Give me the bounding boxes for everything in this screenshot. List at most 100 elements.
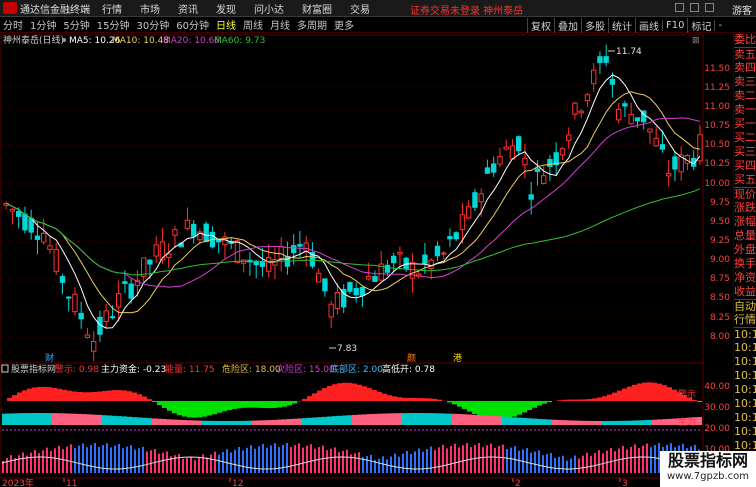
volume-bar [566, 460, 568, 473]
side-panel-item[interactable]: 涨跌 [734, 201, 756, 215]
event-marker-color[interactable]: 颜 [407, 352, 416, 364]
side-panel-item[interactable]: 涨幅 [734, 215, 756, 229]
side-panel-item[interactable]: 10:1 [734, 369, 756, 383]
period-more[interactable]: 更多 [334, 17, 354, 32]
period-daily[interactable]: 日线 [216, 17, 236, 32]
side-panel-item[interactable]: 买一 [734, 117, 756, 131]
fund-band [187, 420, 192, 425]
menu-ask[interactable]: 问小达 [254, 1, 284, 16]
side-panel-item[interactable]: 卖一 [734, 103, 756, 117]
fund-band [47, 413, 52, 425]
side-panel-item[interactable]: 总量 [734, 229, 756, 243]
maximize-icon[interactable] [690, 3, 699, 12]
menu-news[interactable]: 资讯 [178, 1, 198, 16]
period-15min[interactable]: 15分钟 [97, 17, 130, 32]
side-panel-item[interactable]: 净资 [734, 271, 756, 285]
side-panel-item[interactable]: 卖二 [734, 89, 756, 103]
energy-bar [317, 390, 322, 401]
side-panel-item[interactable]: 收益 [734, 285, 756, 299]
volume-bar [518, 450, 520, 473]
side-panel-item[interactable]: 10:1 [734, 341, 756, 355]
tool-adjust[interactable]: 复权 [527, 17, 554, 33]
energy-bar [362, 386, 367, 401]
side-panel-item[interactable]: 行情 [734, 313, 756, 327]
side-panel-item[interactable]: 卖四 [734, 61, 756, 75]
tool-stats[interactable]: 统计 [608, 17, 635, 33]
menu-quotes[interactable]: 行情 [102, 1, 122, 16]
ytick-1150: 11.50 [704, 64, 730, 74]
side-panel-item[interactable]: 买五 [734, 173, 756, 187]
event-marker-finance[interactable]: 财 [45, 352, 54, 364]
side-panel-item[interactable]: 委比 [734, 33, 756, 47]
volume-bar [6, 458, 8, 473]
volume-bar [182, 459, 184, 473]
quote-side-panel[interactable]: 委比 卖五 卖四 卖三 卖二 卖一 买一 买二 买三 买四 买五 现价 涨跌 涨幅 总量 外盘 换手 净资 收益 自动… [733, 33, 756, 487]
side-panel-item[interactable]: 10:1 [734, 397, 756, 411]
side-panel-item[interactable]: 10:1 [734, 355, 756, 369]
energy-bar [517, 401, 522, 415]
tool-mark[interactable]: 标记 [687, 17, 714, 33]
side-panel-item[interactable]: 卖五 [734, 47, 756, 61]
side-panel-item[interactable]: 买四 [734, 159, 756, 173]
energy-bar [622, 388, 627, 401]
volume-bar [178, 454, 180, 473]
volume-bar [186, 457, 188, 473]
menu-market[interactable]: 市场 [140, 1, 160, 16]
fund-band [532, 418, 537, 425]
fund-band [497, 416, 502, 425]
period-30min[interactable]: 30分钟 [136, 17, 169, 32]
period-5min[interactable]: 5分钟 [63, 17, 89, 32]
chart-area[interactable]: 神州泰岳(日线) MA5: 10.26 MA10: 10.48 MA20: 10… [0, 33, 733, 487]
event-marker-hk[interactable]: 港 [453, 352, 462, 364]
fund-band [487, 415, 492, 425]
menu-wealth[interactable]: 财富圈 [302, 1, 332, 16]
fund-band [567, 420, 572, 425]
side-panel-item[interactable]: 10:1 [734, 411, 756, 425]
menu-discover[interactable]: 发现 [216, 1, 236, 16]
period-1min[interactable]: 1分钟 [30, 17, 56, 32]
volume-bar [50, 450, 52, 473]
side-panel-item[interactable]: 卖三 [734, 75, 756, 89]
energy-bar [417, 398, 422, 401]
tool-overlay[interactable]: 叠加 [554, 17, 581, 33]
tool-f10[interactable]: F10 [662, 19, 687, 31]
fund-band [322, 416, 327, 425]
period-intraday[interactable]: 分时 [3, 17, 23, 32]
volume-bar [434, 449, 436, 473]
side-panel-item[interactable]: 买二 [734, 131, 756, 145]
period-weekly[interactable]: 周线 [243, 17, 263, 32]
side-panel-item[interactable]: 10:1 [734, 425, 756, 439]
watermark-title: 股票指标网 [667, 451, 748, 470]
side-panel-item[interactable]: 外盘 [734, 243, 756, 257]
side-panel-item[interactable]: 买三 [734, 145, 756, 159]
tool-multi[interactable]: 多股 [581, 17, 608, 33]
minimize-icon[interactable] [675, 3, 684, 12]
menu-trade[interactable]: 交易 [350, 1, 370, 16]
fund-band [87, 414, 92, 425]
guest-user[interactable]: 游客 [732, 2, 752, 17]
period-60min[interactable]: 60分钟 [176, 17, 209, 32]
fund-band [627, 420, 632, 425]
volume-bar [18, 455, 20, 473]
ytick-1050: 10.50 [704, 140, 730, 150]
period-monthly[interactable]: 月线 [270, 17, 290, 32]
tool-draw[interactable]: 画线 [635, 17, 662, 33]
fund-band [402, 413, 407, 425]
volume-bar [122, 448, 124, 473]
login-alert[interactable]: 证券交易未登录 神州泰岳 [410, 2, 523, 17]
panel-close-icon[interactable]: ⊠ [692, 36, 700, 46]
close-icon[interactable] [705, 3, 714, 12]
period-multi[interactable]: 多周期 [297, 17, 327, 32]
side-panel-item[interactable]: 自动 [734, 299, 756, 313]
kline-chart[interactable]: 神州泰岳(日线) MA5: 10.26 MA10: 10.48 MA20: 10… [0, 33, 733, 487]
fund-band [207, 420, 212, 425]
fund-band [357, 414, 362, 425]
volume-bar [166, 451, 168, 473]
side-panel-item[interactable]: 现价 [734, 187, 756, 201]
side-panel-item[interactable]: 10:1 [734, 327, 756, 341]
tool-minus[interactable]: - [714, 19, 725, 31]
ind-ytick-30: 30.00 [704, 403, 730, 413]
energy-bar [247, 401, 252, 408]
side-panel-item[interactable]: 10:1 [734, 383, 756, 397]
side-panel-item[interactable]: 换手 [734, 257, 756, 271]
